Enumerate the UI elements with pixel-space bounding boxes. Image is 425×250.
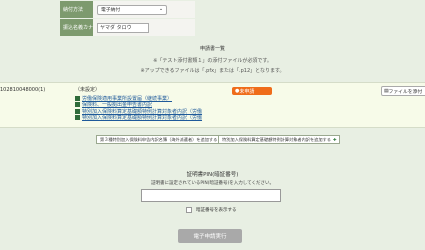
- status-badge: ● 未申請: [232, 87, 272, 95]
- form-icon: [75, 102, 80, 108]
- payment-method-label: 納付方法: [60, 1, 93, 18]
- payer-kana-row: 振込名義カナ ヤマダ タロウ: [60, 19, 195, 36]
- attachment-required-note: ※「テスト添付書類１」の添付ファイルが必須です。: [153, 58, 272, 64]
- payment-form: 納付方法 電子納付 ⌄ 振込名義カナ ヤマダ タロウ: [60, 0, 195, 36]
- attach-file-button[interactable]: ▤ ファイルを添付: [381, 86, 425, 96]
- form-icon: [75, 108, 80, 114]
- file-type-note: ※アップできるファイルは「.pfx」または「.p12」となります。: [140, 68, 285, 74]
- application-list-title: 申請書一覧: [199, 46, 225, 52]
- form-icon: [75, 95, 80, 101]
- payer-kana-label: 振込名義カナ: [60, 19, 93, 36]
- submit-application-button[interactable]: 電子申請実行: [178, 229, 242, 243]
- add-overseas-dispatch-form-button[interactable]: 第３種特別加入保険料申告内訳名簿（海外派遣者）を追加する✚: [96, 135, 227, 144]
- payer-kana-input[interactable]: ヤマダ タロウ: [97, 22, 149, 33]
- payment-method-select[interactable]: 電子納付 ⌄: [97, 4, 167, 15]
- procedure-row: 102810048000(1) （未設定） 労働保険適用事業所設置届（継続事業）…: [0, 82, 425, 128]
- pin-description: 証明書に設定されているPIN(暗証番号)を入力してください。: [150, 181, 274, 186]
- form-list: （未設定） 労働保険適用事業所設置届（継続事業） 保険料、一般拠出金申告書内訳 …: [75, 86, 202, 121]
- payment-method-value: 電子納付: [101, 8, 121, 13]
- form-list-header: （未設定）: [75, 87, 101, 93]
- procedure-id: 102810048000(1): [0, 87, 46, 93]
- form-icon: [75, 115, 80, 121]
- payment-method-row: 納付方法 電子納付 ⌄: [60, 1, 195, 18]
- add-special-calculation-form-button[interactable]: 特別加入保険料算定基礎額特例計算対象者内訳を追加する ✚: [218, 135, 341, 144]
- plus-icon: ✚: [332, 137, 337, 142]
- form-link[interactable]: 特別加入保険料算定基礎額特例計算対象者内訳（労働: [75, 115, 202, 121]
- show-pin-toggle[interactable]: 暗証番号を表示する: [186, 207, 237, 213]
- pin-title: 証明書PIN(暗証番号): [186, 172, 239, 178]
- pin-input[interactable]: [141, 189, 281, 202]
- show-pin-label: 暗証番号を表示する: [196, 208, 237, 213]
- chevron-down-icon: ⌄: [158, 7, 163, 12]
- show-pin-checkbox[interactable]: [186, 207, 192, 213]
